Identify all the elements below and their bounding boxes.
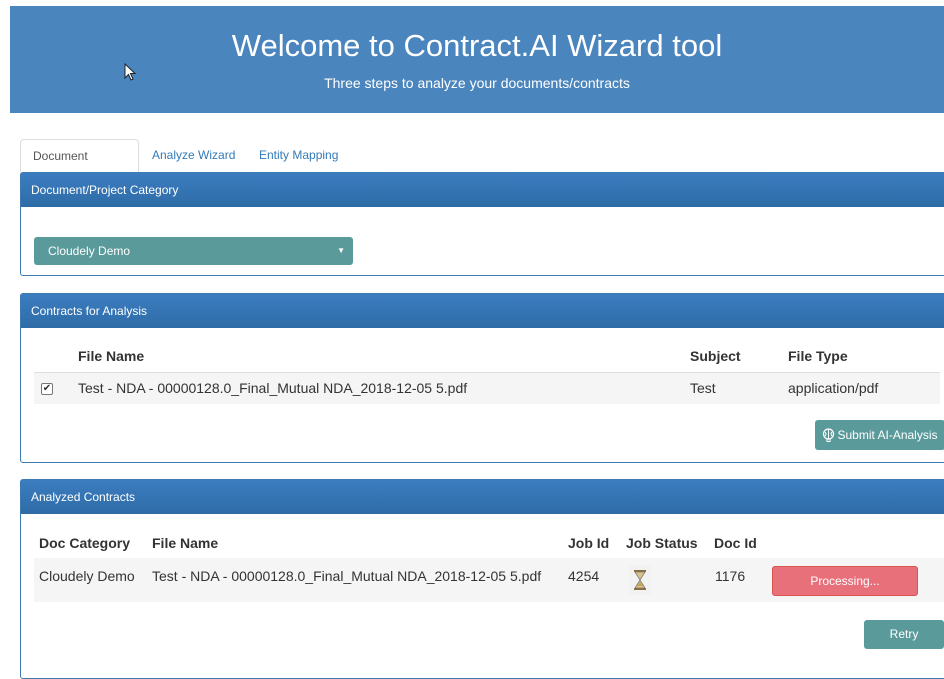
column-header-job-status: Job Status [626,535,698,551]
hourglass-icon [629,565,651,595]
contracts-panel: Contracts for Analysis File Name Subject… [20,293,944,463]
category-panel: Document/Project Category Cloudely Demo … [20,172,944,276]
column-header-job-id: Job Id [568,535,610,551]
row-subject: Test [690,380,716,396]
row-file-type: application/pdf [788,380,879,396]
retry-button[interactable]: Retry [864,620,944,649]
page-title: Welcome to Contract.AI Wizard tool [231,28,723,63]
category-select[interactable]: Cloudely Demo ▼ [34,237,353,265]
category-select-value: Cloudely Demo [48,244,131,258]
header-banner: Welcome to Contract.AI Wizard tool Three… [10,6,944,113]
column-header-subject: Subject [690,348,741,364]
row-job-id: 4254 [568,568,600,584]
column-header-file-name: File Name [78,348,145,364]
table-row: Cloudely Demo Test - NDA - 00000128.0_Fi… [34,558,944,602]
processing-status-button[interactable]: Processing... [772,566,918,596]
caret-down-icon: ▼ [337,246,345,255]
tab-document-wizard[interactable]: Document Wizard [20,139,139,196]
analyzed-panel-title: Analyzed Contracts [21,480,944,514]
column-header-doc-category: Doc Category [39,535,131,551]
tab-analyze-wizard[interactable]: Analyze Wizard [152,139,235,172]
wizard-tabs: Document Wizard Analyze Wizard Entity Ma… [20,139,944,196]
submit-ai-analysis-label: Submit AI-Analysis [837,428,938,442]
tab-entity-mapping[interactable]: Entity Mapping [259,139,338,172]
brain-icon [823,428,835,442]
row-doc-category: Cloudely Demo [39,568,135,584]
contracts-panel-title: Contracts for Analysis [21,294,944,328]
row-file-name: Test - NDA - 00000128.0_Final_Mutual NDA… [152,568,542,584]
row-checkbox[interactable]: ✔ [41,383,53,395]
submit-ai-analysis-button[interactable]: Submit AI-Analysis [815,420,944,450]
column-header-doc-id: Doc Id [714,535,757,551]
page-subtitle: Three steps to analyze your documents/co… [324,75,630,91]
column-header-file-type: File Type [788,348,848,364]
column-header-file-name: File Name [152,535,219,551]
row-doc-id: 1176 [715,568,746,584]
category-panel-title: Document/Project Category [21,173,944,207]
analyzed-panel: Analyzed Contracts Doc Category File Nam… [20,479,944,679]
row-file-name: Test - NDA - 00000128.0_Final_Mutual NDA… [78,380,468,396]
table-row: ✔ Test - NDA - 00000128.0_Final_Mutual N… [34,373,940,404]
mouse-cursor-icon [124,63,137,81]
